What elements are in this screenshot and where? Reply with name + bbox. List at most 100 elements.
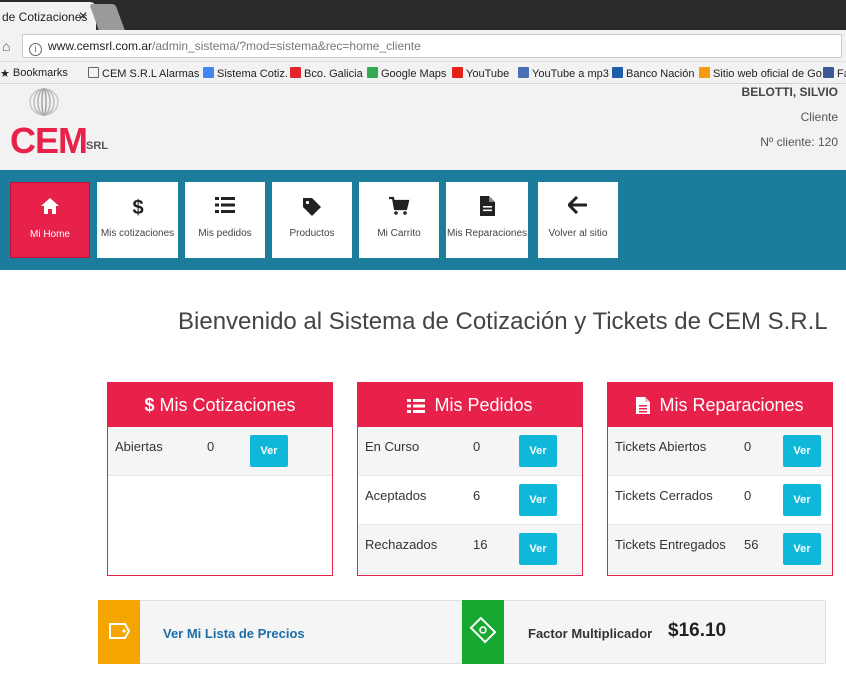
price-list-icon-box[interactable]	[98, 600, 140, 664]
home-icon	[11, 197, 89, 219]
browser-tab-title: de Cotizaciones	[2, 10, 88, 24]
bookmark-item[interactable]: Bco. Galicia	[290, 67, 363, 80]
card-header-reparaciones: Mis Reparaciones	[608, 383, 832, 427]
bank-icon	[612, 67, 623, 78]
view-button[interactable]: Ver	[250, 435, 288, 467]
facebook-icon	[823, 67, 834, 78]
bookmark-label: CEM S.R.L Alarmas -	[102, 68, 207, 80]
row-count: 16	[473, 537, 488, 552]
nav-item-mis-reparaciones[interactable]: Mis Reparaciones	[446, 182, 528, 258]
row-label: Aceptados	[365, 488, 427, 503]
bookmark-label: Banco Nación	[626, 68, 695, 80]
bookmark-label: YouTube a mp3	[532, 68, 609, 80]
mp3-icon	[518, 67, 529, 78]
row-count: 56	[744, 537, 759, 552]
logo-rings-icon	[29, 88, 59, 116]
site-icon	[699, 67, 710, 78]
list-item: Aceptados 6 Ver	[358, 476, 582, 525]
card-title: Mis Reparaciones	[659, 395, 804, 415]
row-label: Abiertas	[115, 439, 163, 454]
bookmark-item[interactable]: YouTube a mp3	[518, 67, 609, 80]
nav-item-mi-carrito[interactable]: Mi Carrito	[359, 182, 439, 258]
page-title: Bienvenido al Sistema de Cotización y Ti…	[178, 308, 828, 335]
file-icon	[446, 196, 528, 218]
nav-item-mi-home[interactable]: Mi Home	[10, 182, 90, 258]
row-label: Rechazados	[365, 537, 438, 552]
factor-icon-box	[462, 600, 504, 664]
row-label: En Curso	[365, 439, 420, 454]
site-header	[0, 84, 846, 170]
tag-icon	[109, 623, 131, 639]
close-icon[interactable]: ✕	[78, 9, 88, 23]
price-list-link[interactable]: Ver Mi Lista de Precios	[163, 626, 305, 641]
logo[interactable]: CEM	[10, 120, 88, 162]
info-icon[interactable]: i	[29, 43, 42, 56]
view-button[interactable]: Ver	[783, 533, 821, 565]
card-title: Mis Cotizaciones	[159, 395, 296, 415]
bookmark-item[interactable]: Google Maps	[367, 67, 446, 80]
row-count: 6	[473, 488, 481, 503]
bookmark-item[interactable]: YouTube	[452, 67, 509, 80]
view-button[interactable]: Ver	[783, 484, 821, 516]
row-label: Tickets Entregados	[615, 537, 726, 552]
nav-item-mis-pedidos[interactable]: Mis pedidos	[185, 182, 265, 258]
list-item: Abiertas 0 Ver	[108, 427, 332, 476]
youtube-icon	[452, 67, 463, 78]
row-count: 0	[207, 439, 215, 454]
row-count: 0	[744, 439, 752, 454]
user-name: BELOTTI, SILVIO	[741, 85, 838, 99]
bookmark-label: Fa	[837, 68, 846, 80]
url-input[interactable]: i www.cemsrl.com.ar/admin_sistema/?mod=si…	[22, 34, 842, 58]
card-cotizaciones: $ Mis Cotizaciones Abiertas 0 Ver	[107, 382, 333, 576]
bookmark-label: Sistema Cotiz.	[217, 68, 288, 80]
list-item: Tickets Abiertos 0 Ver	[608, 427, 832, 476]
money-icon	[469, 616, 497, 644]
card-header-cotizaciones: $ Mis Cotizaciones	[108, 383, 332, 427]
bookmark-label: Bookmarks	[12, 67, 68, 79]
view-button[interactable]: Ver	[783, 435, 821, 467]
bookmark-item[interactable]: Fa	[823, 67, 846, 80]
nav-item-label: Mi Carrito	[377, 228, 421, 239]
nav-item-label: Volver al sitio	[548, 228, 608, 239]
arrow-left-icon	[538, 195, 618, 218]
logo-suffix: SRL	[86, 140, 108, 152]
view-button[interactable]: Ver	[519, 435, 557, 467]
card-title: Mis Pedidos	[434, 395, 533, 415]
bookmark-label: YouTube	[466, 68, 510, 80]
card-header-pedidos: Mis Pedidos	[358, 383, 582, 427]
browser-tab[interactable]: de Cotizaciones ✕	[0, 2, 96, 30]
galicia-icon	[290, 67, 301, 78]
browser-tab-bar: de Cotizaciones ✕	[0, 0, 846, 30]
bookmark-label: Sitio web oficial de Go	[713, 68, 822, 80]
row-label: Tickets Cerrados	[615, 488, 713, 503]
bookmark-item[interactable]: Sistema Cotiz.	[203, 67, 288, 80]
maps-icon	[367, 67, 378, 78]
home-icon[interactable]: ⌂	[2, 38, 10, 54]
factor-value: $16.10	[668, 620, 727, 641]
dollar-icon: $	[144, 395, 155, 415]
nav-item-productos[interactable]: Productos	[272, 182, 352, 258]
list-item: Tickets Entregados 56 Ver	[608, 525, 832, 574]
file-icon	[636, 397, 651, 414]
dollar-icon: $	[97, 196, 178, 219]
bookmark-item[interactable]: ★ Bookmarks	[0, 67, 68, 80]
list-icon	[185, 196, 265, 218]
bookmark-item[interactable]: Sitio web oficial de Go	[699, 67, 822, 80]
view-button[interactable]: Ver	[519, 533, 557, 565]
nav-item-volver-al-sitio[interactable]: Volver al sitio	[538, 182, 618, 258]
google-icon	[203, 67, 214, 78]
view-button[interactable]: Ver	[519, 484, 557, 516]
nav-item-label: Mis Reparaciones	[446, 228, 528, 239]
nav-item-label: Mi Home	[29, 229, 70, 240]
bookmark-label: Google Maps	[381, 68, 447, 80]
row-label: Tickets Abiertos	[615, 439, 707, 454]
client-number: Nº cliente: 120	[760, 135, 838, 149]
list-icon	[407, 399, 426, 413]
bookmark-item[interactable]: CEM S.R.L Alarmas -	[88, 67, 206, 80]
bookmark-item[interactable]: Banco Nación	[612, 67, 695, 80]
nav-item-label: Mis pedidos	[198, 228, 252, 239]
page-icon	[88, 67, 99, 78]
nav-item-label: Mis cotizaciones	[100, 228, 175, 239]
nav-item-mis-cotizaciones[interactable]: $ Mis cotizaciones	[97, 182, 178, 258]
card-reparaciones: Mis Reparaciones Tickets Abiertos 0 Ver Tic…	[607, 382, 833, 576]
